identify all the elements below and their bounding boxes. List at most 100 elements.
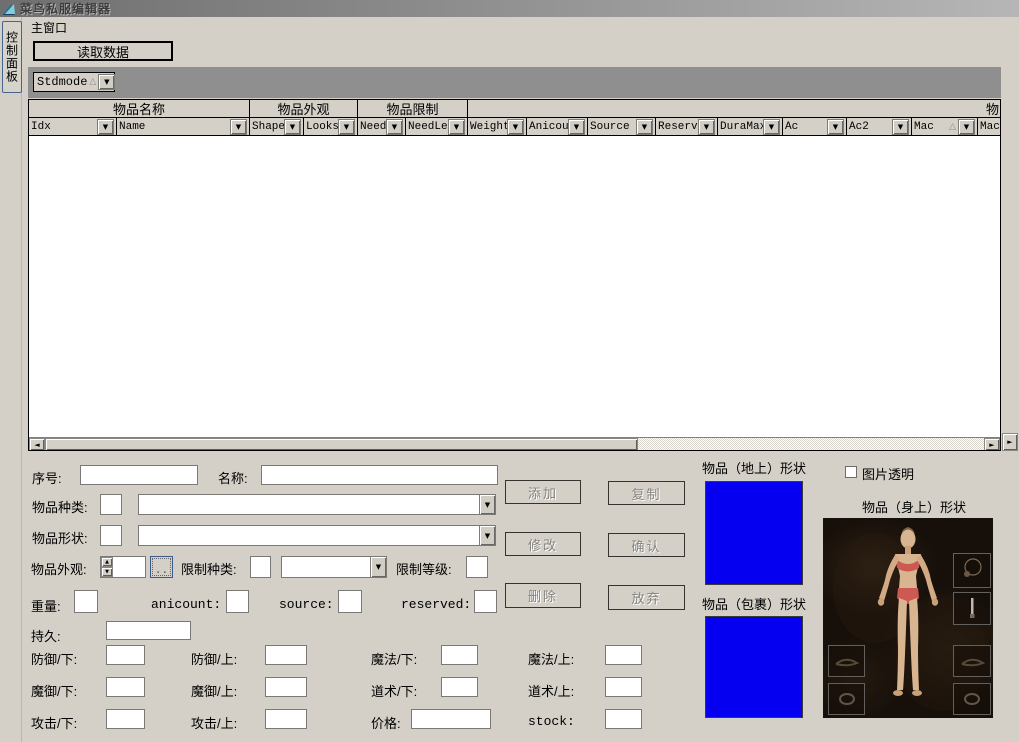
column-header-reserve[interactable]: Reserve▼	[656, 118, 718, 136]
outer-scroll-right-button[interactable]: ►	[1002, 433, 1018, 451]
column-header-looks[interactable]: Looks▼	[304, 118, 358, 136]
column-filter-dropdown-button[interactable]: ▼	[448, 119, 465, 135]
spin-down-button[interactable]: ▼	[101, 567, 113, 577]
durability-label: 持久:	[31, 626, 61, 645]
item-looks-spinner[interactable]: ▲ ▼	[100, 556, 146, 578]
modify-button[interactable]: 修改	[505, 532, 581, 556]
necklace-slot[interactable]	[953, 553, 991, 588]
column-header-idx[interactable]: Idx▼	[29, 118, 117, 136]
column-filter-dropdown-button[interactable]: ▼	[338, 119, 355, 135]
attack-high-input[interactable]	[265, 709, 307, 729]
column-filter-dropdown-button[interactable]: ▼	[507, 119, 524, 135]
group-by-dropdown-button[interactable]: ▼	[98, 74, 115, 90]
group-header[interactable]: 物品属性	[468, 100, 1001, 118]
spin-up-button[interactable]: ▲	[101, 557, 113, 567]
ring-right-slot[interactable]	[953, 683, 991, 715]
name-input[interactable]	[261, 465, 498, 485]
column-header-anicoun[interactable]: Anicoun▼	[527, 118, 588, 136]
image-transparent-label: 图片透明	[862, 464, 914, 483]
bracelet-left-slot[interactable]	[828, 645, 865, 677]
reserved-input[interactable]	[474, 590, 497, 613]
item-shape-combobox[interactable]: ▼	[138, 525, 496, 546]
scroll-right-button[interactable]: ►	[984, 438, 1000, 451]
item-looks-label: 物品外观:	[31, 559, 87, 578]
item-type-combo-arrow[interactable]: ▼	[479, 495, 495, 514]
image-transparent-checkbox[interactable]	[845, 466, 857, 478]
column-header-shape[interactable]: Shape▼	[250, 118, 304, 136]
column-header-source[interactable]: Source▼	[588, 118, 656, 136]
mdefense-high-input[interactable]	[265, 677, 307, 697]
source-input[interactable]	[338, 590, 362, 613]
stock-input[interactable]	[605, 709, 642, 729]
sort-ascending-icon: △	[89, 77, 96, 87]
scrollbar-track[interactable]	[638, 438, 984, 451]
column-header-weight[interactable]: Weight▼	[468, 118, 527, 136]
column-header-needlev[interactable]: NeedLev▼	[406, 118, 468, 136]
column-header-need[interactable]: Need▼	[358, 118, 406, 136]
column-filter-dropdown-button[interactable]: ▼	[698, 119, 715, 135]
column-filter-dropdown-button[interactable]: ▼	[284, 119, 301, 135]
item-type-code-input[interactable]	[100, 494, 122, 515]
scroll-left-button[interactable]: ◄	[29, 438, 45, 451]
menu-item-main-window[interactable]: 主窗口	[23, 18, 75, 37]
bracelet-right-slot[interactable]	[953, 645, 991, 677]
item-shape-code-input[interactable]	[100, 525, 122, 546]
column-filter-dropdown-button[interactable]: ▼	[230, 119, 247, 135]
grid-body-empty[interactable]	[29, 136, 1000, 438]
column-filter-dropdown-button[interactable]: ▼	[827, 119, 844, 135]
mdefense-low-input[interactable]	[106, 677, 145, 697]
ring-left-slot[interactable]	[828, 683, 865, 715]
attack-low-input[interactable]	[106, 709, 145, 729]
column-filter-dropdown-button[interactable]: ▼	[568, 119, 585, 135]
durability-input[interactable]	[106, 621, 191, 640]
column-filter-dropdown-button[interactable]: ▼	[636, 119, 653, 135]
restrict-type-code-input[interactable]	[250, 556, 271, 578]
group-header[interactable]: 物品名称	[29, 100, 250, 118]
defense-high-input[interactable]	[265, 645, 307, 665]
magic-high-input[interactable]	[605, 645, 642, 665]
taoism-low-input[interactable]	[441, 677, 478, 697]
price-input[interactable]	[411, 709, 491, 729]
restrict-level-input[interactable]	[466, 556, 488, 578]
group-by-stdmode-button[interactable]: Stdmode △ ▼	[33, 72, 115, 92]
column-header-ac2[interactable]: Ac2▼	[847, 118, 912, 136]
column-filter-dropdown-button[interactable]: ▼	[97, 119, 114, 135]
window-title: 菜鸟私服编辑器	[20, 0, 111, 17]
copy-button[interactable]: 复制	[608, 481, 685, 505]
add-button[interactable]: 添加	[505, 480, 581, 504]
potion-slot[interactable]	[953, 592, 991, 625]
anicount-input[interactable]	[226, 590, 249, 613]
serial-input[interactable]	[80, 465, 198, 485]
group-header[interactable]: 物品外观	[250, 100, 358, 118]
defense-low-input[interactable]	[106, 645, 145, 665]
column-header-duramax[interactable]: DuraMax▼	[718, 118, 783, 136]
column-filter-dropdown-button[interactable]: ▼	[958, 119, 975, 135]
item-type-combobox[interactable]: ▼	[138, 494, 496, 515]
confirm-button[interactable]: 确认	[608, 533, 685, 557]
column-title: Reserve	[658, 121, 698, 133]
item-shape-combo-arrow[interactable]: ▼	[479, 526, 495, 545]
weight-input[interactable]	[74, 590, 98, 613]
discard-button[interactable]: 放弃	[608, 585, 685, 610]
restrict-type-combo-arrow[interactable]: ▼	[370, 557, 386, 577]
column-filter-dropdown-button[interactable]: ▼	[892, 119, 909, 135]
browse-looks-button[interactable]: ..	[150, 556, 173, 578]
column-filter-dropdown-button[interactable]: ▼	[763, 119, 780, 135]
column-filter-dropdown-button[interactable]: ▼	[386, 119, 403, 135]
column-header-name[interactable]: Name▼	[117, 118, 250, 136]
load-data-button[interactable]: 读取数据	[33, 41, 173, 61]
restrict-type-combobox[interactable]: ▼	[281, 556, 387, 578]
column-header-mac[interactable]: Mac△▼	[912, 118, 978, 136]
group-header[interactable]: 物品限制	[358, 100, 468, 118]
group-by-field-label: Stdmode	[37, 75, 87, 89]
group-by-band: Stdmode △ ▼	[28, 67, 1001, 98]
taoism-high-input[interactable]	[605, 677, 642, 697]
delete-button[interactable]: 删除	[505, 583, 581, 608]
column-header-mac2[interactable]: Mac2▼	[978, 118, 1001, 136]
title-bar[interactable]: 菜鸟私服编辑器	[0, 0, 1019, 17]
column-header-ac[interactable]: Ac▼	[783, 118, 847, 136]
magic-low-input[interactable]	[441, 645, 478, 665]
scrollbar-thumb[interactable]	[45, 438, 638, 451]
control-panel-tab[interactable]: 控制面板	[2, 21, 22, 93]
defense-low-label: 防御/下:	[31, 649, 77, 668]
